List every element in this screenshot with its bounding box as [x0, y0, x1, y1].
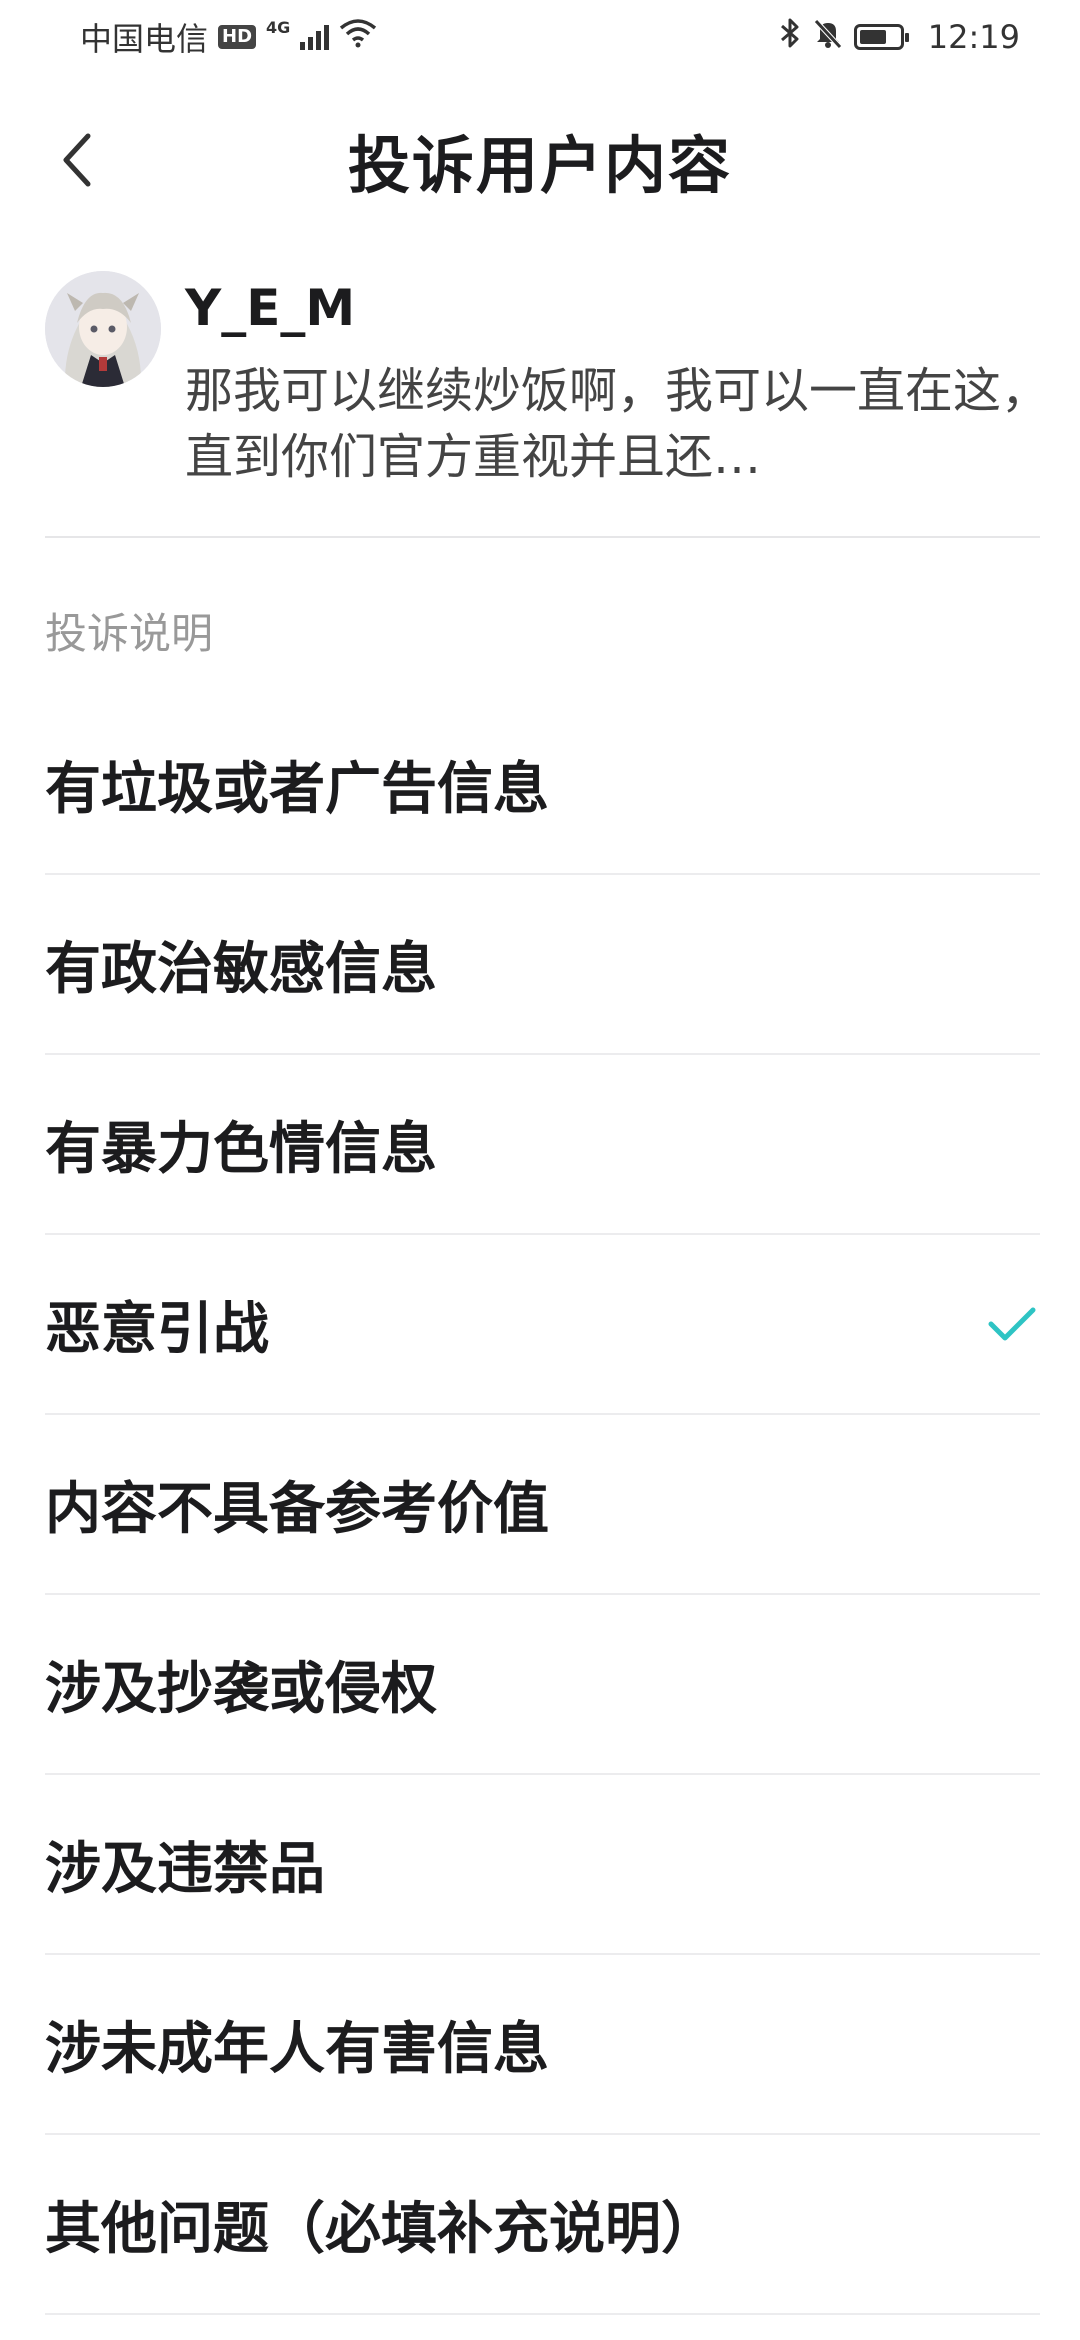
mute-bell-icon — [812, 17, 844, 57]
wifi-icon — [339, 18, 377, 56]
reason-option-selected[interactable]: 恶意引战 — [45, 1235, 1040, 1415]
status-bar: 中国电信 HD 4G 12:19 — [0, 0, 1080, 74]
back-button[interactable] — [40, 122, 116, 198]
signal-icon — [300, 24, 330, 50]
battery-icon — [853, 24, 909, 50]
reason-label: 其他问题（必填补充说明） — [45, 2196, 717, 2262]
clock: 12:19 — [927, 18, 1020, 56]
reason-option[interactable]: 有垃圾或者广告信息 — [45, 695, 1040, 875]
carrier-name: 中国电信 — [80, 20, 209, 58]
reason-option[interactable]: 其他问题（必填补充说明） — [45, 2135, 1040, 2315]
section-label: 投诉说明 — [45, 609, 214, 658]
reported-content-excerpt: 那我可以继续炒饭啊，我可以一直在这，直到你们官方重视并且还… — [185, 363, 1050, 485]
reason-label: 有政治敏感信息 — [45, 936, 437, 1002]
reason-option[interactable]: 涉及违禁品 — [45, 1775, 1040, 1955]
check-icon — [984, 1296, 1040, 1352]
app-header: 投诉用户内容 — [0, 100, 1080, 220]
reason-option[interactable]: 涉及抄袭或侵权 — [45, 1595, 1040, 1775]
reason-option[interactable]: 涉未成年人有害信息 — [45, 1955, 1040, 2135]
page-title: 投诉用户内容 — [347, 129, 732, 202]
reason-option[interactable]: 内容不具备参考价值 — [45, 1415, 1040, 1595]
reported-content-card: Y_E_M 那我可以继续炒饭啊，我可以一直在这，直到你们官方重视并且还… — [45, 268, 1049, 538]
reason-option[interactable]: 有暴力色情信息 — [45, 1055, 1040, 1235]
avatar — [45, 271, 161, 387]
reason-label: 涉及抄袭或侵权 — [45, 1656, 437, 1722]
back-arrow-icon — [63, 133, 91, 187]
reason-label: 涉及违禁品 — [45, 1836, 325, 1902]
bluetooth-icon — [778, 17, 802, 57]
reason-label: 有暴力色情信息 — [45, 1116, 437, 1182]
status-right: 12:19 — [778, 17, 1020, 57]
reason-label: 内容不具备参考价值 — [45, 1476, 549, 1542]
status-left: 中国电信 HD 4G — [80, 14, 377, 60]
reason-label: 恶意引战 — [45, 1296, 269, 1362]
network-type: 4G — [266, 17, 291, 37]
reason-label: 涉未成年人有害信息 — [45, 2016, 549, 2082]
reported-username: Y_E_M — [185, 279, 356, 337]
reason-label: 有垃圾或者广告信息 — [45, 756, 549, 822]
reason-list: 有垃圾或者广告信息 有政治敏感信息 有暴力色情信息 恶意引战 内容不具备参考价值… — [45, 695, 1040, 2315]
reason-option[interactable]: 有政治敏感信息 — [45, 875, 1040, 1055]
hd-badge: HD — [218, 25, 257, 49]
